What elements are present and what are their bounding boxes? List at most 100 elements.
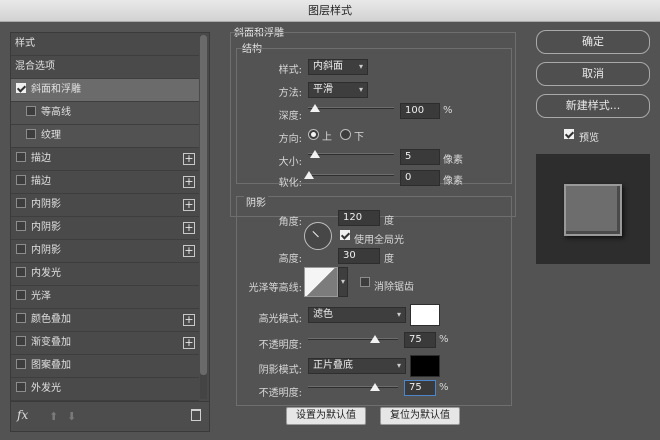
highlight-mode-dropdown[interactable]: 滤色 ▾ [308, 307, 406, 323]
size-slider[interactable] [308, 153, 394, 155]
style-checkbox[interactable] [16, 175, 26, 185]
style-checkbox[interactable] [16, 267, 26, 277]
highlight-color-swatch[interactable] [410, 304, 440, 326]
styles-scrollbar-thumb[interactable] [200, 35, 207, 375]
style-list-item[interactable]: 斜面和浮雕 [11, 79, 199, 102]
move-down-icon[interactable]: ⬇ [67, 410, 76, 423]
ok-button[interactable]: 确定 [536, 30, 650, 54]
style-checkbox[interactable] [16, 382, 26, 392]
bevel-settings: 斜面和浮雕 结构 样式: 内斜面 ▾ 方法: 平滑 ▾ 深度: 100 % 方向: … [228, 24, 526, 436]
fx-icon[interactable]: fx [17, 408, 28, 422]
style-checkbox[interactable] [16, 198, 26, 208]
add-icon[interactable]: + [183, 153, 195, 165]
add-icon[interactable]: + [183, 176, 195, 188]
style-dropdown[interactable]: 内斜面 ▾ [308, 59, 368, 75]
style-list-item[interactable]: 内阴影 + [11, 194, 199, 217]
style-checkbox[interactable] [16, 83, 26, 93]
preview-checkbox[interactable] [564, 129, 574, 139]
gloss-contour-label: 光泽等高线: [248, 283, 302, 294]
direction-up-radio[interactable] [308, 129, 319, 140]
style-list-item[interactable]: 内发光 [11, 263, 199, 286]
style-list-item-label: 描边 [31, 176, 51, 187]
angle-input[interactable]: 120 [338, 210, 380, 226]
angle-dial[interactable] [304, 222, 332, 250]
set-default-button[interactable]: 设置为默认值 [286, 407, 366, 425]
global-light-label: 使用全局光 [354, 235, 404, 246]
style-list-item[interactable]: 纹理 [11, 125, 199, 148]
highlight-opacity-label: 不透明度: [258, 340, 302, 351]
shadow-opacity-slider-thumb[interactable] [370, 383, 380, 391]
gloss-contour-preview[interactable] [304, 267, 338, 297]
chevron-down-icon: ▾ [358, 62, 363, 71]
direction-down-radio[interactable] [340, 129, 351, 140]
style-list-item-label: 渐变叠加 [31, 337, 71, 348]
shadow-mode-dropdown[interactable]: 正片叠底 ▾ [308, 358, 406, 374]
cancel-button[interactable]: 取消 [536, 62, 650, 86]
highlight-mode-value: 滤色 [313, 309, 333, 320]
add-icon[interactable]: + [183, 199, 195, 211]
antialias-checkbox[interactable] [360, 277, 370, 287]
style-list-item[interactable]: 渐变叠加 + [11, 332, 199, 355]
chevron-down-icon[interactable]: ▾ [338, 267, 348, 297]
highlight-opacity-input[interactable]: 75 [404, 332, 436, 348]
style-list-item[interactable]: 混合选项 [11, 56, 199, 79]
depth-input[interactable]: 100 [400, 103, 440, 119]
add-icon[interactable]: + [183, 245, 195, 257]
size-input[interactable]: 5 [400, 149, 440, 165]
style-checkbox[interactable] [16, 336, 26, 346]
style-list-item[interactable]: 颜色叠加 + [11, 309, 199, 332]
style-list-item[interactable]: 描边 + [11, 171, 199, 194]
style-label: 样式: [278, 65, 302, 76]
style-checkbox[interactable] [26, 129, 36, 139]
shading-title: 阴影 [244, 194, 268, 209]
angle-dial-needle [312, 230, 319, 238]
style-checkbox[interactable] [16, 152, 26, 162]
shadow-opacity-label: 不透明度: [258, 388, 302, 399]
style-checkbox[interactable] [16, 290, 26, 300]
style-list-item[interactable]: 样式 [11, 33, 199, 56]
depth-slider-thumb[interactable] [310, 104, 320, 112]
style-list-item[interactable]: 外发光 [11, 378, 199, 401]
size-slider-thumb[interactable] [310, 150, 320, 158]
style-checkbox[interactable] [16, 244, 26, 254]
style-checkbox[interactable] [16, 359, 26, 369]
add-icon[interactable]: + [183, 337, 195, 349]
altitude-input[interactable]: 30 [338, 248, 380, 264]
style-list-item[interactable]: 内阴影 + [11, 217, 199, 240]
depth-slider[interactable] [308, 107, 394, 109]
style-list-item[interactable]: 等高线 [11, 102, 199, 125]
style-list-item[interactable]: 图案叠加 [11, 355, 199, 378]
direction-down-label: 下 [354, 132, 364, 143]
style-list-item-label: 纹理 [41, 130, 61, 141]
style-list-item-label: 样式 [15, 38, 35, 49]
shadow-color-swatch[interactable] [410, 355, 440, 377]
shadow-opacity-input[interactable]: 75 [404, 380, 436, 396]
style-checkbox[interactable] [26, 106, 36, 116]
new-style-button[interactable]: 新建样式... [536, 94, 650, 118]
add-icon[interactable]: + [183, 222, 195, 234]
shadow-opacity-unit: % [439, 382, 449, 393]
technique-dropdown[interactable]: 平滑 ▾ [308, 82, 368, 98]
soften-slider-thumb[interactable] [304, 171, 314, 179]
global-light-checkbox[interactable] [340, 230, 350, 240]
trash-icon[interactable] [191, 409, 201, 421]
highlight-opacity-slider[interactable] [308, 338, 398, 340]
move-up-icon[interactable]: ⬆ [49, 410, 58, 423]
shadow-opacity-slider[interactable] [308, 386, 398, 388]
highlight-opacity-slider-thumb[interactable] [370, 335, 380, 343]
styles-list: 样式 混合选项 斜面和浮雕 等高线 纹理 描边 + 描边 + 内阴影 + 内阴影 + 内阴影 + 内发光 光泽颜… [11, 33, 199, 401]
style-list-item[interactable]: 内阴影 + [11, 240, 199, 263]
depth-unit: % [443, 105, 453, 116]
style-list-item[interactable]: 描边 + [11, 148, 199, 171]
soften-slider[interactable] [308, 174, 394, 176]
style-list-item-label: 图案叠加 [31, 360, 71, 371]
styles-scrollbar[interactable] [200, 35, 207, 399]
soften-input[interactable]: 0 [400, 170, 440, 186]
style-checkbox[interactable] [16, 313, 26, 323]
add-icon[interactable]: + [183, 314, 195, 326]
style-list-item[interactable]: 光泽 [11, 286, 199, 309]
size-unit: 像素 [443, 155, 463, 166]
style-checkbox[interactable] [16, 221, 26, 231]
preview-label: 预览 [579, 133, 599, 144]
reset-default-button[interactable]: 复位为默认值 [380, 407, 460, 425]
